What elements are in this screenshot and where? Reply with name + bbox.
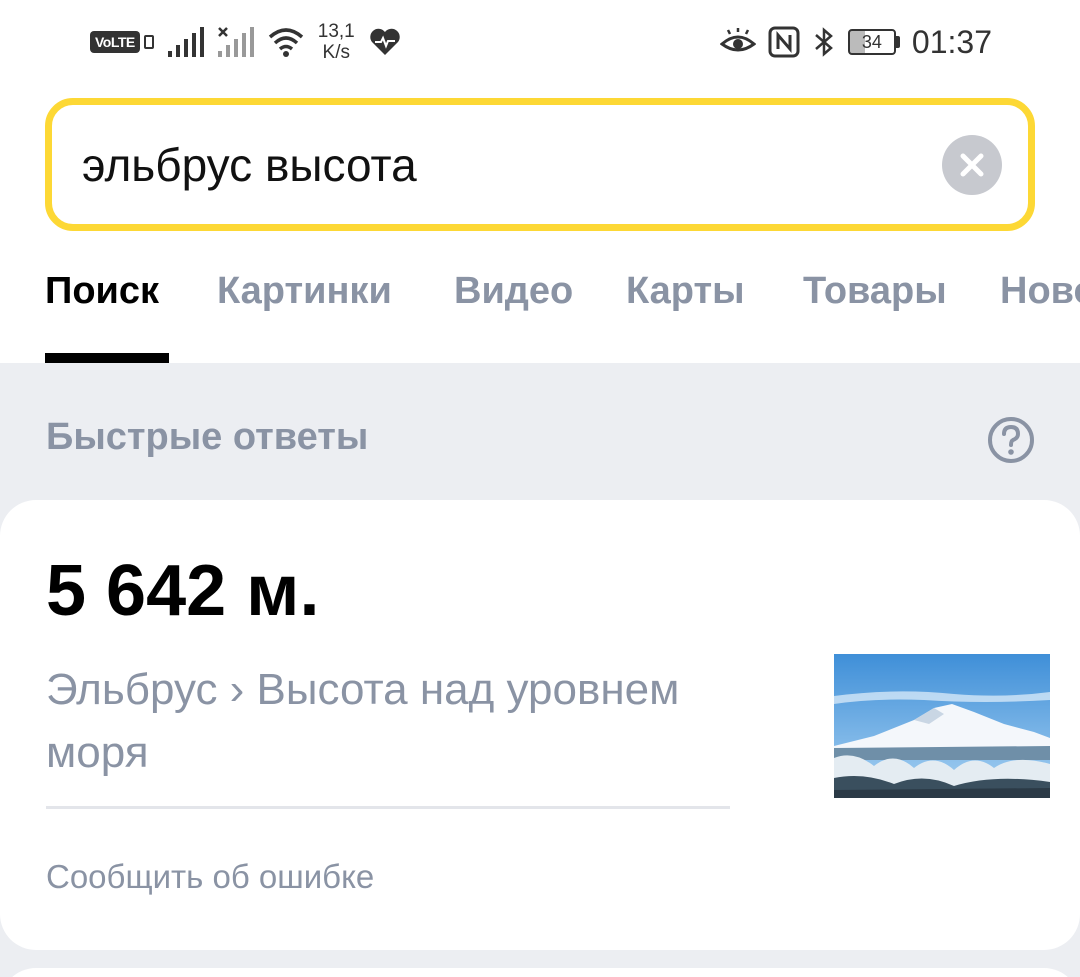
close-icon [960, 153, 984, 177]
tab-maps[interactable]: Карты [626, 270, 745, 313]
tab-news[interactable]: Новости [1000, 270, 1080, 313]
tab-products[interactable]: Товары [803, 270, 947, 313]
tab-search[interactable]: Поиск [45, 270, 159, 313]
volte-indicator: VoLTE [90, 31, 154, 53]
eye-comfort-icon [719, 28, 756, 52]
answer-source-link[interactable]: Эльбрус › Высота над уровнем моря [46, 658, 686, 784]
search-tabs: Поиск Картинки Видео Карты Товары Новост… [0, 245, 1080, 363]
search-input[interactable] [82, 135, 922, 195]
battery-cap [895, 36, 900, 48]
help-icon[interactable] [987, 416, 1035, 464]
answer-value: 5 642 м. [46, 551, 320, 631]
speed-unit: K/s [322, 42, 350, 63]
nfc-icon [768, 26, 800, 58]
elbrus-thumbnail-image[interactable] [834, 654, 1050, 798]
bluetooth-icon [815, 27, 833, 57]
speed-value: 13,1 [317, 21, 355, 42]
health-heart-icon [370, 28, 400, 55]
tab-video[interactable]: Видео [454, 270, 573, 313]
search-box[interactable] [45, 98, 1035, 231]
network-speed: 13,1 K/s [318, 21, 355, 63]
report-error-link[interactable]: Сообщить об ошибке [46, 858, 374, 896]
clock: 01:37 [911, 23, 992, 60]
sim-icon [143, 35, 154, 49]
volte-badge: VoLTE [90, 31, 140, 53]
status-bar-right: 34 01:37 [719, 20, 992, 64]
tab-images[interactable]: Картинки [217, 270, 392, 313]
battery-level: 34 [847, 29, 896, 55]
clear-search-button[interactable] [942, 135, 1002, 195]
battery-indicator: 34 [847, 29, 900, 55]
quick-answers-title: Быстрые ответы [46, 416, 369, 458]
divider [46, 806, 730, 809]
next-result-card [0, 968, 1080, 977]
signal-icon [167, 27, 204, 57]
signal-no-service-icon [217, 27, 254, 57]
status-bar: VoLTE 13,1 K/s 34 01:37 [0, 0, 1080, 85]
wifi-icon [268, 28, 303, 57]
search-results-page: VoLTE 13,1 K/s 34 01:37 эльбрус высота П… [0, 0, 1080, 977]
active-tab-indicator [45, 353, 169, 363]
status-bar-left: VoLTE 13,1 K/s [90, 20, 401, 64]
